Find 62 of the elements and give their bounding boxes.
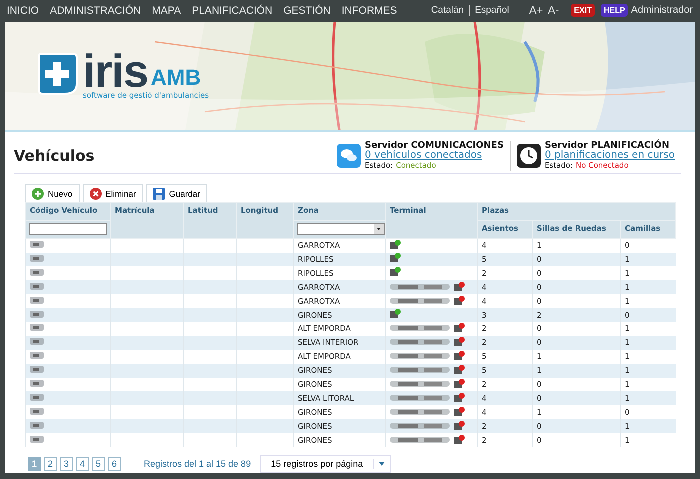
server-link[interactable]: 0 vehículos conectados (365, 150, 504, 161)
per-page-dropdown[interactable]: 15 registros por página (260, 455, 392, 473)
blurred-code-drawing (30, 241, 44, 248)
delete-icon (90, 188, 102, 200)
logo-subtext: AMB (151, 64, 202, 91)
blurred-code-drawing (30, 310, 44, 318)
code-filter-field[interactable] (29, 223, 107, 236)
zone-filter-dropdown[interactable] (297, 223, 385, 236)
blurred-terminal-name-drawing (390, 296, 450, 305)
blurred-code-drawing (30, 422, 44, 429)
blurred-terminal-name-drawing (390, 408, 450, 416)
blurred-terminal-name-drawing (390, 380, 450, 388)
blurred-code-drawing (30, 296, 44, 304)
blurred-code-drawing (30, 380, 44, 387)
nav-menu-item[interactable]: GESTIÓN (284, 4, 331, 17)
clock-icon (516, 144, 541, 168)
blurred-terminal-name-drawing (390, 282, 450, 291)
plus-icon (32, 188, 44, 200)
server-link[interactable]: 0 planificaciones en curso (544, 150, 675, 161)
server-title: Servidor PLANIFICACIÓN (544, 140, 670, 151)
blurred-code-drawing (30, 352, 44, 360)
blurred-terminal-name-drawing (390, 436, 450, 444)
page-button[interactable]: 4 (76, 457, 89, 471)
page-button[interactable]: 6 (108, 457, 121, 471)
language-link[interactable]: Español (469, 5, 514, 16)
user-name: Administrador (631, 5, 693, 16)
blurred-terminal-name-drawing (390, 366, 450, 374)
blurred-code-drawing (30, 436, 44, 443)
toolbar-button[interactable]: Eliminar (82, 184, 144, 202)
page-button[interactable]: 5 (92, 457, 105, 471)
exit-button[interactable]: EXIT (571, 4, 595, 18)
blurred-code-drawing (30, 394, 44, 401)
page-button[interactable]: 2 (44, 457, 57, 471)
blurred-code-drawing (30, 282, 44, 290)
records-info: Registros del 1 al 15 de 89 (144, 459, 252, 469)
font-size-button[interactable]: A+ (529, 4, 544, 17)
help-button[interactable]: HELP (600, 4, 628, 18)
blurred-code-drawing (30, 366, 44, 374)
nav-menu-item[interactable]: INICIO (7, 4, 40, 17)
blurred-terminal-name-drawing (390, 324, 450, 332)
page-button[interactable]: 3 (60, 457, 73, 471)
toolbar-button[interactable]: Nuevo (25, 184, 80, 202)
font-size-button[interactable]: A- (548, 4, 560, 17)
blurred-code-drawing (30, 268, 44, 276)
blurred-code-drawing (30, 338, 44, 346)
nav-menu-item[interactable]: PLANIFICACIÓN (192, 4, 273, 17)
blurred-terminal-name-drawing (390, 338, 450, 346)
language-link[interactable]: Catalán (426, 5, 470, 16)
toolbar-button[interactable]: Guardar (146, 184, 208, 202)
nav-menu-item[interactable]: MAPA (152, 4, 182, 17)
nav-menu-item[interactable]: ADMINISTRACIÓN (50, 4, 142, 17)
blurred-code-drawing (30, 324, 44, 332)
nav-menu-item[interactable]: INFORMES (342, 4, 398, 17)
blurred-terminal-name-drawing (390, 352, 450, 360)
blurred-code-drawing (30, 408, 44, 415)
logo-text: iris (83, 50, 148, 91)
blurred-code-drawing (30, 254, 44, 262)
blurred-terminal-name-drawing (390, 394, 450, 402)
page-title: Vehículos (14, 146, 96, 165)
chat-bubbles-icon (337, 144, 362, 168)
server-title: Servidor COMUNICACIONES (365, 140, 504, 151)
blurred-terminal-name-drawing (390, 422, 450, 430)
